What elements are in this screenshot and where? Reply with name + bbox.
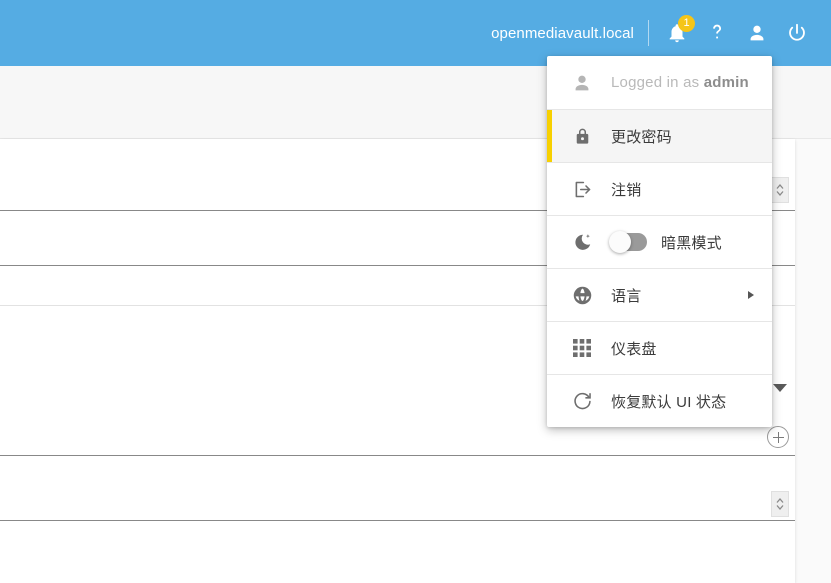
power-icon [786, 22, 808, 44]
power-button[interactable] [777, 13, 817, 53]
globe-icon [569, 285, 595, 306]
notification-badge: 1 [678, 15, 695, 32]
quantity-stepper[interactable] [771, 177, 789, 203]
add-button[interactable] [767, 426, 789, 448]
grid-icon [569, 338, 595, 358]
logged-in-label: Logged in as admin [611, 74, 749, 91]
chevron-right-icon [748, 291, 754, 299]
menu-item-label: 注销 [611, 179, 641, 200]
menu-item-dark-mode[interactable]: 暗黑模式 [547, 216, 772, 268]
person-icon [746, 22, 768, 44]
toggle-knob [609, 231, 631, 253]
notifications-button[interactable]: 1 [657, 13, 697, 53]
row-divider [0, 455, 795, 456]
user-dropdown-menu: Logged in as admin 更改密码 注销 [547, 56, 772, 427]
divider [648, 20, 649, 46]
help-icon [706, 22, 728, 44]
menu-item-label: 暗黑模式 [661, 232, 722, 253]
menu-item-language[interactable]: 语言 [547, 269, 772, 321]
menu-item-dashboard[interactable]: 仪表盘 [547, 322, 772, 374]
moon-icon [569, 232, 595, 253]
quantity-stepper[interactable] [771, 491, 789, 517]
person-icon [569, 72, 595, 94]
help-button[interactable] [697, 13, 737, 53]
logged-in-username: admin [704, 74, 749, 91]
menu-header-logged-in: Logged in as admin [547, 56, 772, 109]
logout-icon [569, 179, 595, 200]
logged-in-prefix: Logged in as [611, 74, 704, 91]
menu-item-label: 恢复默认 UI 状态 [611, 391, 726, 412]
menu-item-label: 仪表盘 [611, 338, 657, 359]
row-divider [0, 520, 795, 521]
menu-item-change-password[interactable]: 更改密码 [547, 110, 772, 162]
menu-item-logout[interactable]: 注销 [547, 163, 772, 215]
refresh-icon [569, 391, 595, 412]
dark-mode-toggle[interactable] [611, 233, 647, 251]
menu-item-label: 更改密码 [611, 126, 672, 147]
account-button[interactable] [737, 13, 777, 53]
hostname-label: openmediavault.local [491, 25, 634, 42]
chevron-down-icon[interactable] [773, 379, 787, 397]
menu-item-label: 语言 [611, 285, 641, 306]
menu-item-restore-default-ui[interactable]: 恢复默认 UI 状态 [547, 375, 772, 427]
lock-icon [569, 126, 595, 147]
